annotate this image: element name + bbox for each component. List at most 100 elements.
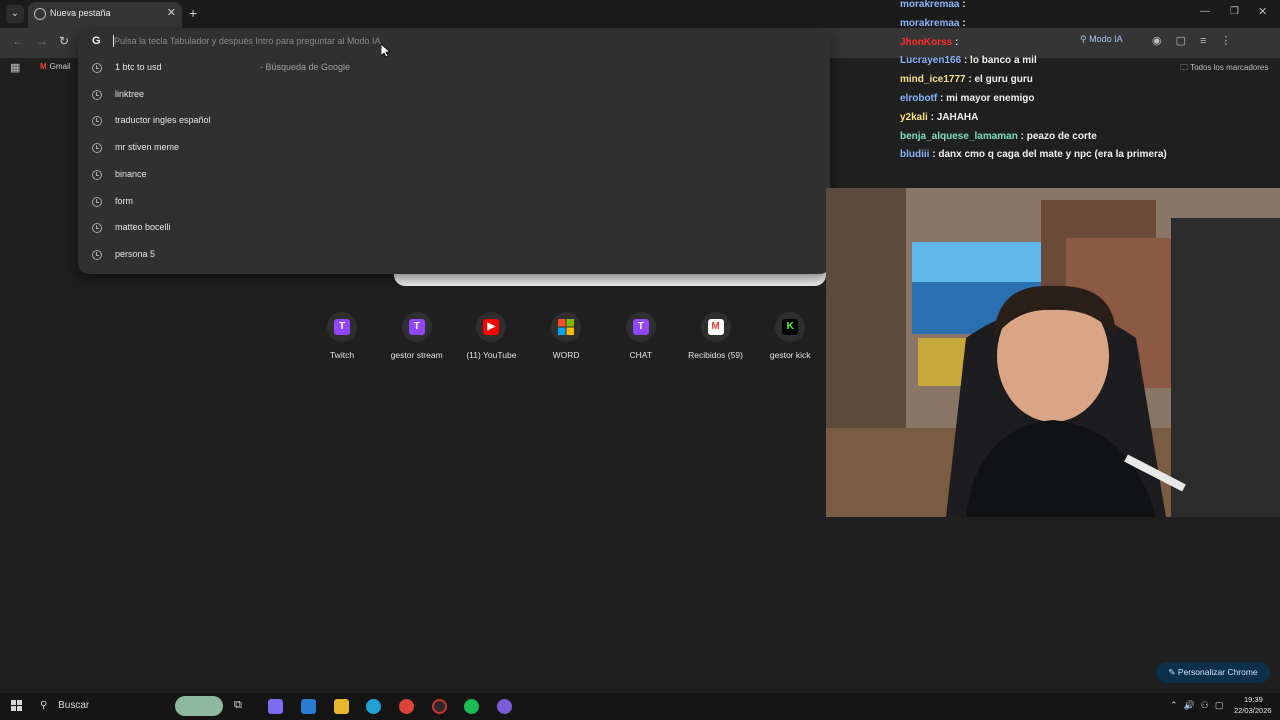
suggestion-item[interactable]: matteo bocelli: [78, 216, 830, 242]
suggestion-label: 1 btc to usd: [115, 62, 162, 72]
chat-text: peazo de corte: [1026, 130, 1097, 142]
task-view-icon[interactable]: ⧉: [234, 699, 249, 714]
suggestion-item[interactable]: persona 5: [78, 243, 830, 269]
chat-text: mi mayor enemigo: [946, 93, 1035, 104]
chat-text: JAHAHA: [936, 111, 979, 123]
chat-message: mind_ice1777 : el guru guru: [900, 74, 1033, 85]
shortcut-tile[interactable]: T Twitch: [306, 312, 378, 360]
customize-chrome-button[interactable]: ✎ Personalizar Chrome: [1156, 662, 1270, 683]
clock-date[interactable]: 22/03/2026: [1234, 706, 1272, 715]
omnibox-input[interactable]: Pulsa la tecla Tabulador y después Intro…: [114, 36, 381, 46]
search-highlight-icon[interactable]: [175, 696, 223, 716]
chat-username: morakremaa: [900, 0, 960, 10]
chat-username: benja_alquese_lamaman: [900, 130, 1018, 142]
chat-separator: :: [959, 0, 966, 10]
history-clock-icon: [92, 169, 102, 180]
suggestion-label: matteo bocelli: [115, 222, 171, 233]
discord-icon[interactable]: [497, 699, 512, 714]
suggestion-item[interactable]: traductor ingles español: [78, 109, 830, 135]
shortcut-tile[interactable]: T CHAT: [605, 312, 677, 360]
mouse-cursor-icon: [381, 44, 391, 58]
shortcut-icon-circle: T: [625, 312, 656, 342]
suggestion-label: binance: [115, 168, 147, 179]
suggestion-item[interactable]: linktree: [78, 83, 830, 109]
edge-icon[interactable]: [366, 699, 381, 714]
chat-text: el guru guru: [974, 74, 1033, 86]
chat-text: danx cmo q caga del mate y npc (era la p…: [938, 149, 1167, 161]
twitch-icon: T: [632, 319, 649, 335]
chat-message: y2kali : JAHAHA: [900, 112, 978, 123]
chat-username: mind_ice1777: [900, 74, 966, 86]
chat-separator: :: [1017, 130, 1027, 142]
shortcut-tile[interactable]: Tgestor stream: [381, 312, 453, 360]
chat-username: elrobotf: [900, 93, 938, 104]
chat-message: Lucrayen166 : lo banco a mil: [900, 55, 1037, 66]
chrome-taskbar-icon[interactable]: [399, 699, 414, 714]
chat-message: morakremaa :: [900, 0, 966, 10]
taskbar-search[interactable]: ⚲ Buscar: [40, 700, 89, 711]
shortcut-name: Recibidos (59): [688, 350, 743, 360]
shortcut-name: Twitch: [329, 350, 355, 360]
suggestion-label: form: [115, 195, 133, 206]
webcam-feed: [826, 188, 1280, 517]
spotify-icon[interactable]: [464, 699, 479, 714]
chat-message: bludiii : danx cmo q caga del mate y npc…: [900, 149, 1167, 160]
suggestion-item[interactable]: 1 btc to usd - Búsqueda de Google: [78, 56, 830, 82]
omnibox-dropdown[interactable]: G Pulsa la tecla Tabulador y después Int…: [78, 30, 830, 274]
shortcut-icon-circle: ▶: [476, 312, 507, 342]
chat-message: benja_alquese_lamaman : peazo de corte: [900, 131, 1097, 142]
shortcut-icon-circle: K: [775, 312, 806, 342]
history-clock-icon: [92, 143, 102, 154]
new-tab-button[interactable]: +: [189, 5, 197, 21]
chat-username: morakremaa: [900, 17, 960, 29]
reload-icon[interactable]: ↻: [59, 34, 69, 48]
chat-message: morakremaa :: [900, 18, 966, 29]
system-tray[interactable]: ⌃🔊⚇▢: [1170, 700, 1229, 711]
chat-separator: :: [927, 111, 937, 123]
history-clock-icon: [92, 223, 102, 234]
suggestion-label: traductor ingles español: [115, 115, 211, 126]
apps-grid-icon[interactable]: ▦: [10, 61, 20, 74]
close-tab-icon[interactable]: ✕: [167, 6, 176, 19]
shortcut-tile[interactable]: Kgestor kick: [754, 312, 826, 360]
obs-icon[interactable]: [432, 699, 447, 714]
history-clock-icon: [92, 63, 102, 73]
chat-username: bludiii: [900, 149, 930, 161]
copilot-icon[interactable]: [268, 699, 283, 714]
gmail-icon: M: [707, 319, 724, 335]
suggestion-item[interactable]: binance: [78, 163, 830, 189]
shortcut-tile[interactable]: M Recibidos (59): [680, 312, 752, 360]
bookmark-gmail[interactable]: M Gmail: [40, 62, 71, 71]
chat-separator: :: [961, 55, 971, 67]
twitch-icon: T: [408, 319, 425, 335]
shortcut-tile[interactable]: ▶ (11) YouTube: [455, 312, 527, 360]
history-clock-icon: [92, 249, 102, 260]
chat-message: JhonKorss :: [900, 37, 958, 48]
suggestion-item[interactable]: form: [78, 190, 830, 216]
suggestion-item[interactable]: mr stiven meme: [78, 136, 830, 162]
tab-new-tab[interactable]: Nueva pestaña ✕: [28, 2, 182, 28]
shortcut-icon-circle: T: [401, 312, 432, 342]
chat-username: JhonKorss: [900, 36, 953, 48]
file-explorer-icon[interactable]: [334, 699, 349, 714]
tab-search-button[interactable]: ⌄: [6, 5, 24, 23]
clock-time[interactable]: 19:39: [1244, 695, 1263, 704]
suggestion-label: persona 5: [115, 248, 156, 259]
microsoft-store-icon[interactable]: [301, 699, 316, 714]
chat-separator: :: [929, 149, 939, 161]
windows-start-icon[interactable]: [11, 700, 23, 712]
back-icon[interactable]: ←: [12, 34, 24, 48]
chat-username: y2kali: [900, 111, 928, 123]
youtube-icon: ▶: [483, 319, 500, 335]
history-clock-icon: [92, 196, 102, 207]
chat-separator: :: [952, 36, 959, 48]
shortcut-icon-circle: M: [700, 312, 731, 342]
suggestion-label: linktree: [115, 88, 145, 99]
google-g-icon: G: [92, 35, 101, 47]
shortcut-name: gestor stream: [390, 350, 443, 360]
chat-username: Lucrayen166: [900, 55, 962, 67]
chat-separator: :: [965, 74, 975, 86]
forward-icon[interactable]: →: [36, 34, 48, 48]
shortcut-tile[interactable]: WORD: [530, 312, 602, 360]
chat-message: elrobotf : mi mayor enemigo: [900, 93, 1034, 104]
